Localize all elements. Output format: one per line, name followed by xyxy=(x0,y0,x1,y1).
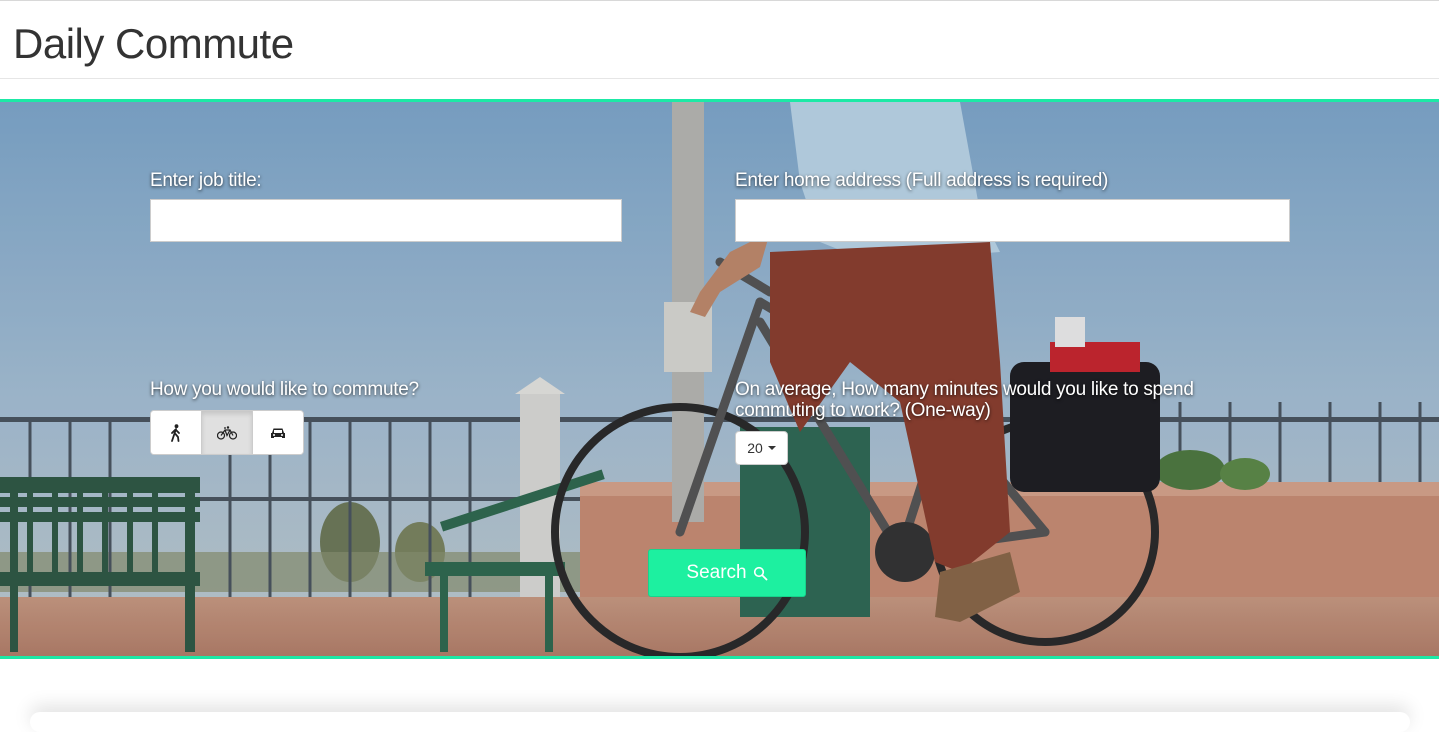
minutes-selected-value: 20 xyxy=(747,440,763,456)
commute-mode-toggle-group xyxy=(150,410,304,455)
car-mode-button[interactable] xyxy=(253,411,303,454)
content-card-edge xyxy=(30,712,1410,732)
walking-icon xyxy=(171,423,180,442)
header: Daily Commute xyxy=(0,1,1439,79)
home-address-label: Enter home address (Full address is requ… xyxy=(735,170,1109,191)
job-title-label: Enter job title: xyxy=(150,170,262,191)
bicycle-icon xyxy=(217,425,237,440)
minutes-label: On average, How many minutes would you l… xyxy=(735,379,1194,421)
home-address-input[interactable] xyxy=(735,199,1290,242)
minutes-dropdown[interactable]: 20 xyxy=(735,431,788,465)
hero-section: Enter job title: Enter home address (Ful… xyxy=(0,99,1439,659)
search-icon xyxy=(753,566,767,580)
walk-mode-button[interactable] xyxy=(151,411,202,454)
bike-mode-button[interactable] xyxy=(202,411,253,454)
job-title-input[interactable] xyxy=(150,199,622,242)
car-icon xyxy=(271,428,285,438)
commute-mode-label: How you would like to commute? xyxy=(150,379,419,400)
app-title: Daily Commute xyxy=(13,20,294,67)
search-button-label: Search xyxy=(686,562,747,583)
search-button[interactable]: Search xyxy=(648,549,806,597)
chevron-down-icon xyxy=(767,446,776,450)
